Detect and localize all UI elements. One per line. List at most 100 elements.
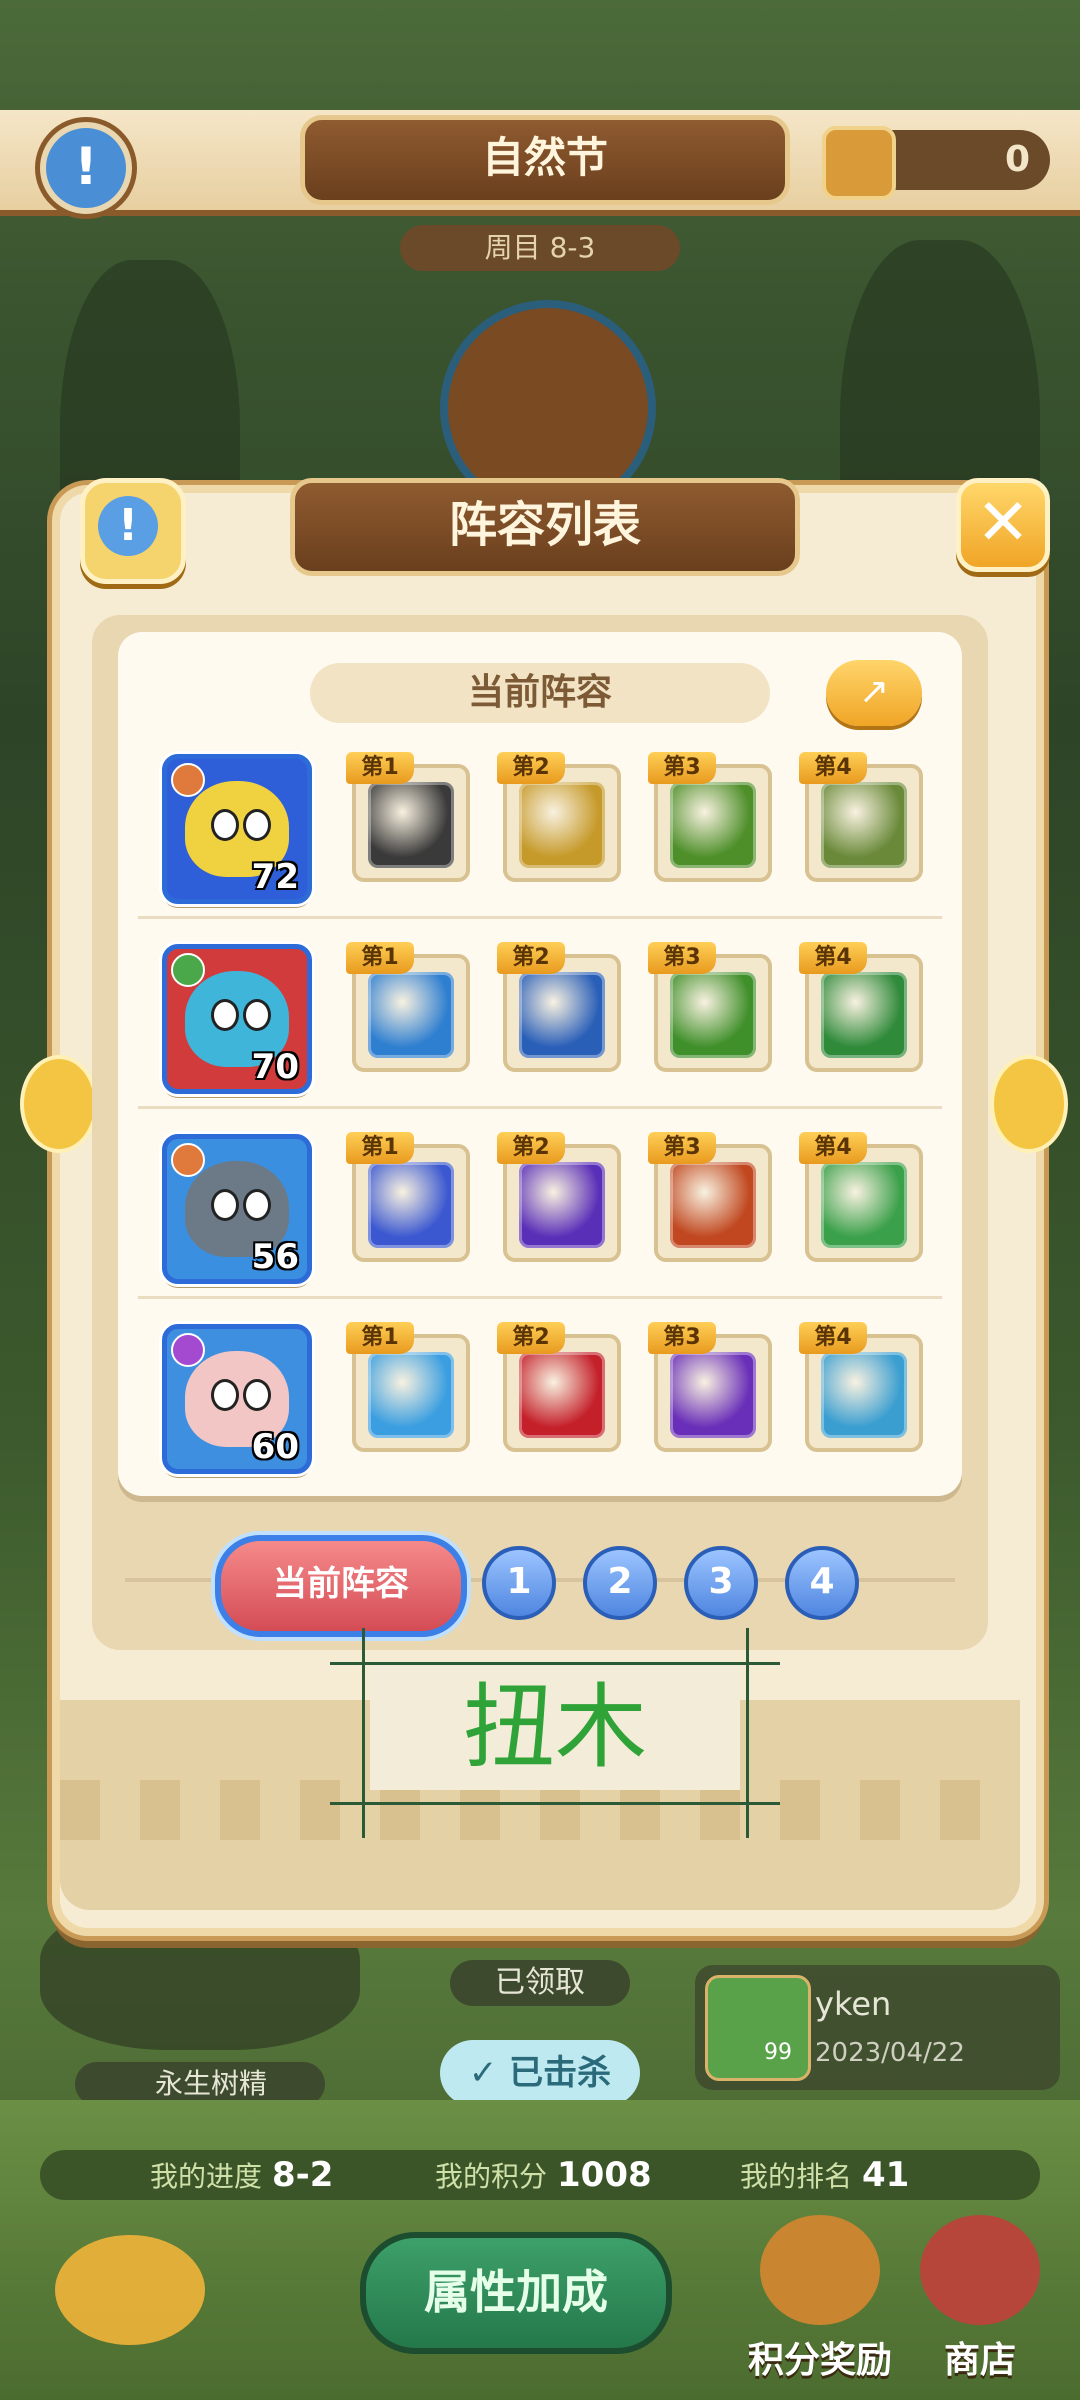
skill-order-tag: 第1 xyxy=(346,1132,414,1164)
close-icon: ✕ xyxy=(976,486,1030,560)
fishbone-icon xyxy=(55,2235,205,2345)
hero-level: 72 xyxy=(251,857,299,897)
skill-icon xyxy=(368,1162,454,1248)
info-button[interactable]: ! xyxy=(40,122,132,214)
skill-order-tag: 第1 xyxy=(346,942,414,974)
skill-icon xyxy=(821,1162,907,1248)
skill-slot[interactable]: 第3 xyxy=(648,752,772,882)
stamp-frame xyxy=(746,1628,749,1838)
element-icon xyxy=(171,1333,205,1367)
tab-lineup-1[interactable]: 1 xyxy=(482,1546,556,1620)
skill-order-tag: 第4 xyxy=(799,1322,867,1354)
claimed-label: 已领取 xyxy=(450,1960,630,2006)
hero-eye xyxy=(243,1379,271,1411)
rank-stat: 我的排名 41 xyxy=(740,2155,910,2195)
skill-slot[interactable]: 第4 xyxy=(799,752,923,882)
skill-icon xyxy=(670,1162,756,1248)
prev-arrow-button[interactable] xyxy=(20,1055,98,1153)
attribute-bonus-button[interactable]: 属性加成 xyxy=(360,2232,672,2354)
skill-icon xyxy=(821,1352,907,1438)
hero-eye xyxy=(211,1189,239,1221)
overlay-stamp-text: 扭木 xyxy=(370,1665,740,1790)
hero-portrait[interactable]: 70 xyxy=(162,944,312,1094)
hero-level: 60 xyxy=(251,1427,299,1467)
skill-icon xyxy=(670,972,756,1058)
event-title: 自然节 xyxy=(300,115,790,205)
skill-order-tag: 第2 xyxy=(497,1322,565,1354)
row-divider xyxy=(138,916,942,919)
stamp-frame xyxy=(362,1628,365,1838)
points-reward-button[interactable]: 积分奖励 xyxy=(730,2215,910,2383)
gem-icon xyxy=(822,126,896,200)
tab-lineup-2[interactable]: 2 xyxy=(583,1546,657,1620)
defeated-badge: ✓ 已击杀 xyxy=(440,2040,640,2106)
defeated-label: 已击杀 xyxy=(509,2053,612,2093)
skill-slot[interactable]: 第1 xyxy=(346,752,470,882)
skill-order-tag: 第4 xyxy=(799,1132,867,1164)
skill-slot[interactable]: 第2 xyxy=(497,1322,621,1452)
row-divider xyxy=(138,1106,942,1109)
tab-current-lineup[interactable]: 当前阵容 xyxy=(215,1535,467,1637)
hero-level: 56 xyxy=(251,1237,299,1277)
skill-slot[interactable]: 第2 xyxy=(497,942,621,1072)
player-level: 99 xyxy=(764,2040,792,2065)
round-label: 周目 8-3 xyxy=(400,225,680,271)
stamp-frame xyxy=(330,1662,780,1665)
skill-slot[interactable]: 第3 xyxy=(648,1322,772,1452)
shop-button[interactable]: 商店 xyxy=(905,2215,1055,2383)
element-icon xyxy=(171,953,205,987)
hero-eye xyxy=(211,999,239,1031)
hero-eye xyxy=(211,1379,239,1411)
skill-icon xyxy=(368,1352,454,1438)
tab-lineup-3[interactable]: 3 xyxy=(684,1546,758,1620)
dialog-title: 阵容列表 xyxy=(290,478,800,576)
skill-order-tag: 第4 xyxy=(799,752,867,784)
skill-slot[interactable]: 第4 xyxy=(799,942,923,1072)
share-icon: ↗ xyxy=(858,671,890,712)
skill-icon xyxy=(519,782,605,868)
info-icon: ! xyxy=(98,496,158,556)
skill-order-tag: 第3 xyxy=(648,942,716,974)
skill-icon xyxy=(519,1352,605,1438)
player-name: yken xyxy=(815,1985,892,2023)
hero-level: 70 xyxy=(251,1047,299,1087)
skill-icon xyxy=(519,972,605,1058)
hero-portrait[interactable]: 60 xyxy=(162,1324,312,1474)
skill-icon xyxy=(368,972,454,1058)
check-icon: ✓ xyxy=(468,2053,510,2093)
skill-order-tag: 第1 xyxy=(346,1322,414,1354)
shop-icon xyxy=(920,2215,1040,2325)
skill-order-tag: 第3 xyxy=(648,1322,716,1354)
skill-slot[interactable]: 第1 xyxy=(346,942,470,1072)
currency-amount: 0 xyxy=(1004,139,1030,180)
share-button[interactable]: ↗ xyxy=(826,660,922,726)
score-stat: 我的积分 1008 xyxy=(435,2155,652,2195)
skill-slot[interactable]: 第4 xyxy=(799,1132,923,1262)
player-date: 2023/04/22 xyxy=(815,2038,965,2068)
shop-label: 商店 xyxy=(943,2340,1016,2381)
skill-slot[interactable]: 第3 xyxy=(648,942,772,1072)
reward-chest-icon xyxy=(760,2215,880,2325)
hero-eye xyxy=(243,1189,271,1221)
skill-icon xyxy=(821,782,907,868)
hero-portrait[interactable]: 56 xyxy=(162,1134,312,1284)
progress-stat: 我的进度 8-2 xyxy=(150,2155,334,2195)
skill-slot[interactable]: 第2 xyxy=(497,752,621,882)
hero-eye xyxy=(243,999,271,1031)
skill-slot[interactable]: 第1 xyxy=(346,1322,470,1452)
skill-order-tag: 第2 xyxy=(497,1132,565,1164)
hero-portrait[interactable]: 72 xyxy=(162,754,312,904)
points-reward-label: 积分奖励 xyxy=(747,2340,892,2381)
next-arrow-button[interactable] xyxy=(990,1055,1068,1153)
skill-icon xyxy=(821,972,907,1058)
dialog-info-button[interactable]: ! xyxy=(80,478,186,584)
player-avatar xyxy=(705,1975,811,2081)
skill-slot[interactable]: 第3 xyxy=(648,1132,772,1262)
stamp-frame xyxy=(330,1802,780,1805)
skill-slot[interactable]: 第2 xyxy=(497,1132,621,1262)
element-icon xyxy=(171,763,205,797)
close-button[interactable]: ✕ xyxy=(956,478,1050,572)
skill-slot[interactable]: 第1 xyxy=(346,1132,470,1262)
skill-slot[interactable]: 第4 xyxy=(799,1322,923,1452)
tab-lineup-4[interactable]: 4 xyxy=(785,1546,859,1620)
